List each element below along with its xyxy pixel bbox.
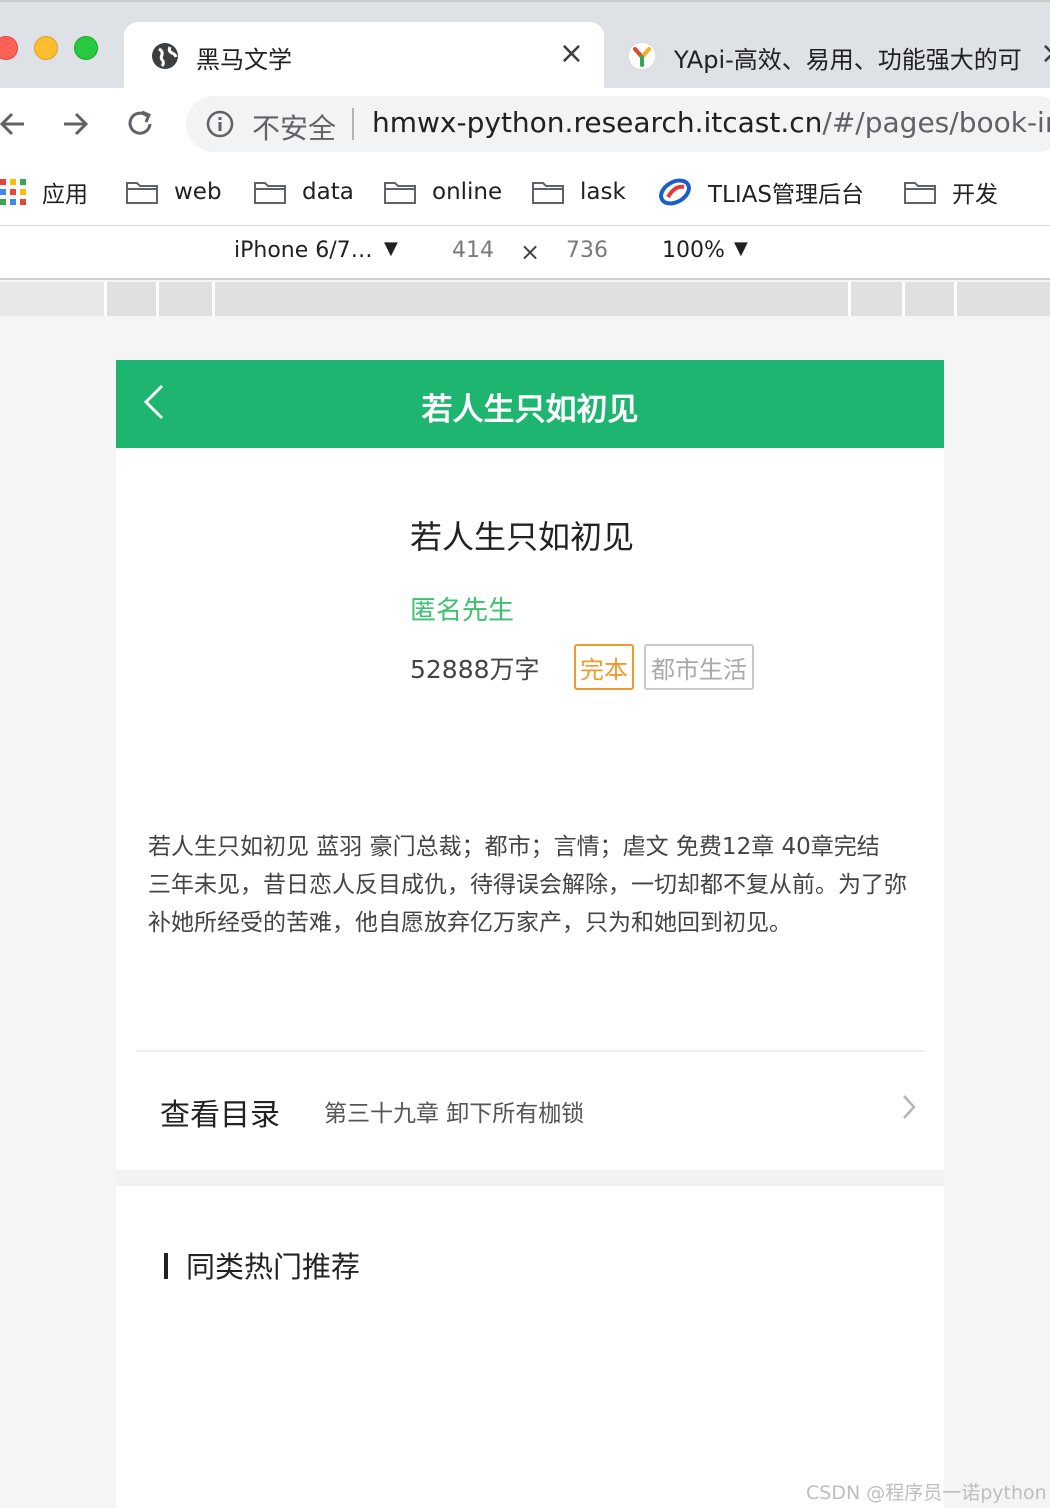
address-bar[interactable]: 不安全 hmwx-python.research.itcast.cn/#/pag… (186, 96, 1050, 152)
status-badge: 完本 (574, 644, 634, 690)
folder-icon (904, 182, 936, 204)
globe-icon (152, 43, 178, 69)
folder-icon (254, 182, 286, 204)
dimension-separator: × (520, 238, 541, 266)
bookmark-lask[interactable]: lask (532, 172, 626, 212)
security-label[interactable]: 不安全 (252, 107, 336, 147)
word-count: 52888万字 (410, 655, 540, 684)
bookmarks-bar: 应用 web data online lask TLIAS管理后台 开发 (0, 160, 1050, 226)
dropdown-caret-icon[interactable]: ▼ (734, 238, 748, 259)
catalog-label: 查看目录 (160, 1098, 280, 1133)
yapi-logo-icon (627, 41, 657, 71)
close-icon[interactable]: × (1040, 36, 1050, 72)
bookmark-apps[interactable]: 应用 (0, 172, 88, 212)
ruler-segment[interactable] (954, 282, 1050, 316)
book-author[interactable]: 匿名先生 (410, 590, 514, 627)
bookmark-label: TLIAS管理后台 (708, 182, 864, 208)
recommend-title: 同类热门推荐 (186, 1250, 361, 1284)
ruler-segment[interactable] (104, 282, 156, 316)
window-zoom-button[interactable] (74, 36, 98, 60)
bookmark-label: online (432, 179, 503, 205)
intro-line: 若人生只如初见 蓝羽 豪门总裁；都市；言情；虐文 免费12章 40章完结 (148, 834, 880, 860)
browser-toolbar: 不安全 hmwx-python.research.itcast.cn/#/pag… (0, 88, 1050, 160)
tlias-logo-icon (659, 178, 691, 206)
page-header: 若人生只如初见 (116, 360, 944, 448)
category-badge[interactable]: 都市生活 (644, 644, 754, 690)
url-path: /#/pages/book-info (822, 106, 1050, 139)
bookmark-label: 开发 (952, 182, 998, 208)
folder-icon (126, 182, 158, 204)
tab-title: 黑马文学 (196, 46, 292, 74)
watermark: CSDN @程序员一诺python (806, 1482, 1047, 1504)
window-minimize-button[interactable] (34, 36, 58, 60)
bookmark-web[interactable]: web (126, 172, 222, 212)
section-marker (164, 1253, 168, 1279)
device-select[interactable]: iPhone 6/7… (234, 238, 373, 263)
browser-tab-bar: 黑马文学 × YApi-高效、易用、功能强大的可 × (0, 0, 1050, 90)
bookmark-label: web (174, 179, 222, 205)
divider (352, 108, 354, 140)
page-title: 若人生只如初见 (421, 392, 639, 428)
back-arrow-icon[interactable] (0, 106, 30, 142)
url-host: hmwx-python.research.itcast.cn (372, 106, 823, 139)
media-query-ruler[interactable] (0, 282, 1050, 316)
catalog-row[interactable]: 查看目录 第三十九章 卸下所有枷锁 (116, 1052, 944, 1170)
info-icon[interactable] (206, 110, 234, 138)
forward-arrow-icon[interactable] (58, 106, 94, 142)
window-close-button[interactable] (0, 36, 18, 60)
book-intro: 若人生只如初见 蓝羽 豪门总裁；都市；言情；虐文 免费12章 40章完结 三年未… (148, 828, 908, 942)
ruler-segment[interactable] (848, 282, 902, 316)
bookmark-label: 应用 (42, 182, 88, 208)
close-icon[interactable]: × (559, 36, 584, 72)
tab-title: YApi-高效、易用、功能强大的可 (674, 46, 1022, 74)
latest-chapter: 第三十九章 卸下所有枷锁 (324, 1101, 585, 1127)
chevron-right-icon (903, 1095, 916, 1119)
device-toolbar: iPhone 6/7… ▼ 414 × 736 100% ▼ (0, 226, 1050, 280)
device-height-input[interactable]: 736 (566, 238, 608, 263)
section-gap (116, 1170, 944, 1186)
folder-icon (532, 182, 564, 204)
ruler-segment[interactable] (212, 282, 848, 316)
book-info-page: 若人生只如初见 若人生只如初见 匿名先生 52888万字 完本 都市生活 若人生… (116, 360, 944, 1508)
url-text[interactable]: hmwx-python.research.itcast.cn/#/pages/b… (372, 106, 1050, 139)
zoom-select[interactable]: 100% (662, 238, 725, 263)
reload-icon[interactable] (122, 106, 158, 142)
dropdown-caret-icon[interactable]: ▼ (384, 238, 398, 259)
bookmark-online[interactable]: online (384, 172, 502, 212)
ruler-segment[interactable] (156, 282, 212, 316)
bookmark-tlias[interactable]: TLIAS管理后台 (658, 172, 864, 212)
bookmark-data[interactable]: data (254, 172, 354, 212)
bookmark-label: lask (580, 179, 626, 205)
folder-icon (384, 182, 416, 204)
tab-heima[interactable]: 黑马文学 × (124, 22, 604, 90)
tab-yapi[interactable]: YApi-高效、易用、功能强大的可 × (612, 22, 1050, 90)
intro-line: 三年未见，昔日恋人反目成仇，待得误会解除，一切却都不复从前。为了弥补她所经受的苦… (148, 872, 907, 936)
apps-grid-icon (0, 179, 26, 205)
bookmark-label: data (302, 179, 354, 205)
device-width-input[interactable]: 414 (452, 238, 494, 263)
ruler-segment[interactable] (902, 282, 954, 316)
bookmark-dev[interactable]: 开发 (904, 172, 998, 212)
book-title: 若人生只如初见 (410, 518, 635, 556)
